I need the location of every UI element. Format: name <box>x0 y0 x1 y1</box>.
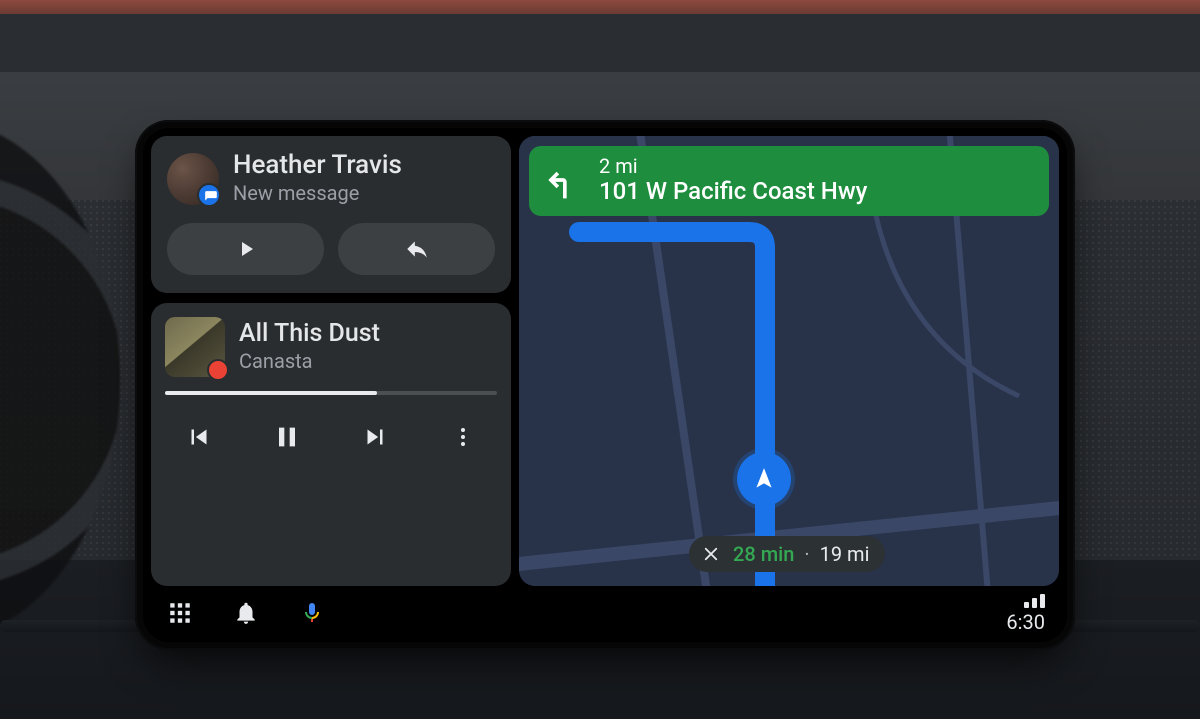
eta-chip[interactable]: 28 min · 19 mi <box>689 536 885 572</box>
infotainment-device: Heather Travis New message <box>135 120 1075 650</box>
main-split-view: Heather Travis New message <box>143 128 1067 586</box>
eta-close-button[interactable] <box>699 542 723 566</box>
sender-name: Heather Travis <box>233 152 402 179</box>
messages-badge-icon <box>204 190 218 204</box>
sender-avatar <box>167 153 219 205</box>
voice-assistant-button[interactable] <box>293 594 331 632</box>
media-header: All This Dust Canasta <box>165 317 497 377</box>
notification-subtitle: New message <box>233 181 402 205</box>
turn-distance: 2 mi <box>599 156 867 176</box>
next-track-button[interactable] <box>347 409 403 465</box>
play-icon <box>234 237 258 261</box>
navigation-arrow-icon <box>751 466 777 492</box>
skip-previous-icon <box>184 422 214 452</box>
eta-distance: 19 mi <box>820 542 870 566</box>
android-auto-screen: Heather Travis New message <box>143 128 1067 642</box>
play-message-button[interactable] <box>167 223 324 275</box>
message-notification-card[interactable]: Heather Travis New message <box>151 136 511 293</box>
left-column: Heather Travis New message <box>151 136 511 586</box>
current-location-marker <box>737 452 791 506</box>
notifications-button[interactable] <box>227 594 265 632</box>
turn-road-name: 101 W Pacific Coast Hwy <box>599 178 867 204</box>
turn-left-icon <box>541 158 585 202</box>
turn-banner[interactable]: 2 mi 101 W Pacific Coast Hwy <box>529 146 1049 216</box>
notification-header: Heather Travis New message <box>167 152 495 205</box>
steering-wheel <box>0 120 120 640</box>
skip-next-icon <box>360 422 390 452</box>
media-overflow-button[interactable] <box>435 409 491 465</box>
reply-button[interactable] <box>338 223 495 275</box>
assistant-mic-icon <box>300 599 324 627</box>
system-bar: 6:30 <box>143 586 1067 642</box>
more-vert-icon <box>451 425 475 449</box>
track-title: All This Dust <box>239 321 380 347</box>
pause-button[interactable] <box>259 409 315 465</box>
reply-icon <box>404 236 430 262</box>
cell-signal-icon <box>1024 592 1045 608</box>
eta-time: 28 min <box>733 542 794 566</box>
app-launcher-button[interactable] <box>161 594 199 632</box>
track-artist: Canasta <box>239 349 380 373</box>
navigation-map-panel[interactable]: 2 mi 101 W Pacific Coast Hwy 28 min · 19… <box>519 136 1059 586</box>
media-controls <box>165 405 497 467</box>
close-icon <box>702 545 720 563</box>
media-player-card[interactable]: All This Dust Canasta <box>151 303 511 586</box>
media-progress-bar[interactable] <box>165 391 497 395</box>
eta-separator: · <box>804 542 809 566</box>
clock: 6:30 <box>1006 610 1045 634</box>
media-progress-fill <box>165 391 377 395</box>
pause-icon <box>271 421 303 453</box>
album-art <box>165 317 225 377</box>
previous-track-button[interactable] <box>171 409 227 465</box>
bell-icon <box>233 600 259 626</box>
apps-grid-icon <box>167 600 193 626</box>
